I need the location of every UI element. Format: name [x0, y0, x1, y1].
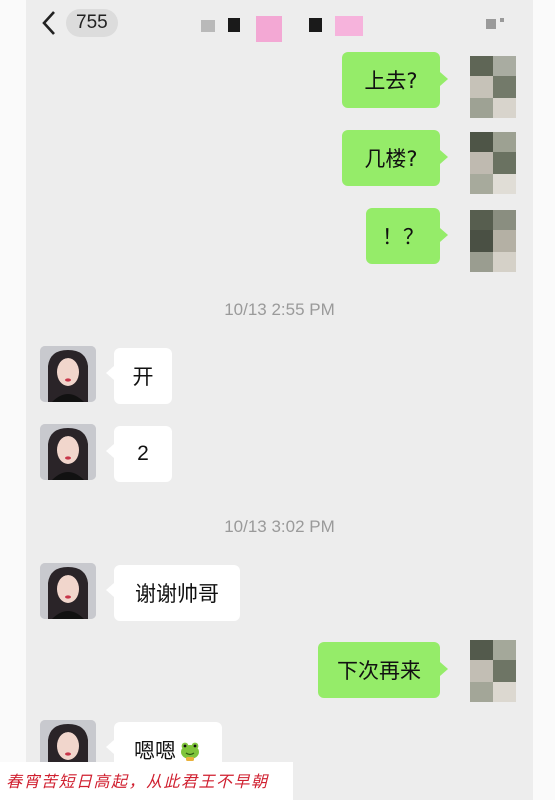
chat-header: 755 — [26, 0, 533, 48]
incoming-message-bubble[interactable]: 2 — [114, 426, 172, 482]
frog-emoji-icon — [178, 738, 202, 762]
left-margin — [0, 0, 26, 800]
poem-caption: 春宵苦短日高起，从此君王不早朝 — [6, 772, 269, 791]
outgoing-message-bubble[interactable]: 几楼? — [342, 130, 440, 186]
bubble-tail — [440, 228, 448, 242]
message-text: 2 — [137, 442, 149, 465]
chat-timestamp: 10/13 3:02 PM — [224, 517, 335, 536]
bubble-tail — [106, 740, 114, 754]
chat-timestamp: 10/13 2:55 PM — [224, 300, 335, 319]
censored-chat-title — [201, 16, 371, 42]
outgoing-message-bubble[interactable]: ！？ — [366, 208, 440, 264]
message-text: 上去? — [364, 69, 418, 93]
contact-avatar[interactable] — [40, 346, 96, 402]
message-text: ！？ — [382, 225, 424, 249]
my-avatar[interactable] — [470, 210, 516, 272]
message-text: 几楼? — [364, 147, 418, 171]
bubble-tail — [440, 150, 448, 164]
message-text: 开 — [132, 365, 154, 389]
chat-screen: 755 上去? 几楼? ！？ 10/13 2:55 PM 开 2 10/13 3… — [26, 0, 533, 800]
chevron-left-icon — [38, 8, 60, 38]
back-button[interactable]: 755 — [38, 6, 148, 40]
outgoing-message-bubble[interactable]: 下次再来 — [318, 642, 440, 698]
bubble-tail — [440, 662, 448, 676]
bubble-tail — [106, 444, 114, 458]
my-avatar[interactable] — [470, 640, 516, 702]
message-text: 谢谢帅哥 — [135, 582, 219, 606]
contact-avatar[interactable] — [40, 424, 96, 480]
message-text: 下次再来 — [337, 659, 421, 683]
my-avatar[interactable] — [470, 56, 516, 118]
bubble-tail — [106, 583, 114, 597]
incoming-message-bubble[interactable]: 谢谢帅哥 — [114, 565, 240, 621]
bubble-tail — [440, 72, 448, 86]
my-avatar[interactable] — [470, 132, 516, 194]
unread-count-badge: 755 — [66, 9, 118, 37]
incoming-message-bubble[interactable]: 开 — [114, 348, 172, 404]
message-text: 嗯嗯 — [134, 739, 176, 763]
bubble-tail — [106, 366, 114, 380]
right-margin — [533, 0, 555, 800]
more-icon[interactable] — [486, 16, 510, 34]
contact-avatar[interactable] — [40, 563, 96, 619]
outgoing-message-bubble[interactable]: 上去? — [342, 52, 440, 108]
